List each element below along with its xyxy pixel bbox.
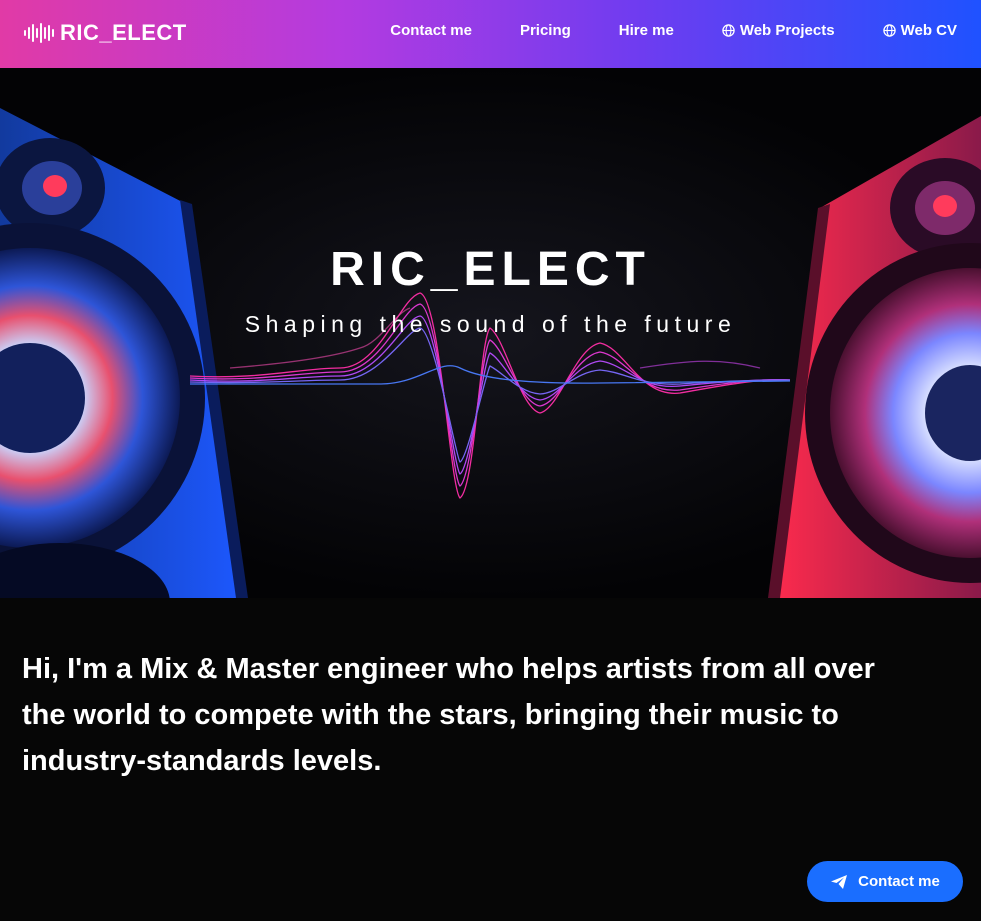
- globe-icon: [722, 24, 735, 37]
- nav-contact-me[interactable]: Contact me: [390, 22, 472, 39]
- main-nav: Contact me Pricing Hire me Web Projects …: [390, 22, 957, 39]
- top-nav-bar: RIC_ELECT Contact me Pricing Hire me Web…: [0, 0, 981, 68]
- nav-pricing[interactable]: Pricing: [520, 22, 571, 39]
- contact-me-label: Contact me: [858, 873, 940, 890]
- logo[interactable]: RIC_ELECT: [24, 20, 187, 46]
- globe-icon: [882, 24, 896, 37]
- nav-label: Contact me: [390, 22, 472, 39]
- nav-label: Hire me: [618, 22, 674, 39]
- logo-text: RIC_ELECT: [60, 20, 187, 45]
- nav-label: Web Projects: [739, 22, 835, 39]
- send-icon: [831, 874, 848, 889]
- hero-banner: RIC_ELECT Shaping the sound of the futur…: [0, 68, 981, 598]
- sound-wave-icon: [24, 21, 54, 45]
- nav-web-projects[interactable]: Web Projects: [722, 22, 835, 39]
- nav-label: Web CV: [900, 22, 957, 39]
- hero-title: RIC_ELECT: [330, 243, 651, 296]
- hero-subtitle: Shaping the sound of the future: [244, 311, 737, 337]
- contact-me-button[interactable]: Contact me: [807, 861, 963, 902]
- intro-text: Hi, I'm a Mix & Master engineer who help…: [22, 653, 875, 777]
- nav-label: Pricing: [519, 22, 571, 39]
- nav-web-cv[interactable]: Web CV: [882, 22, 957, 39]
- nav-hire-me[interactable]: Hire me: [619, 22, 674, 39]
